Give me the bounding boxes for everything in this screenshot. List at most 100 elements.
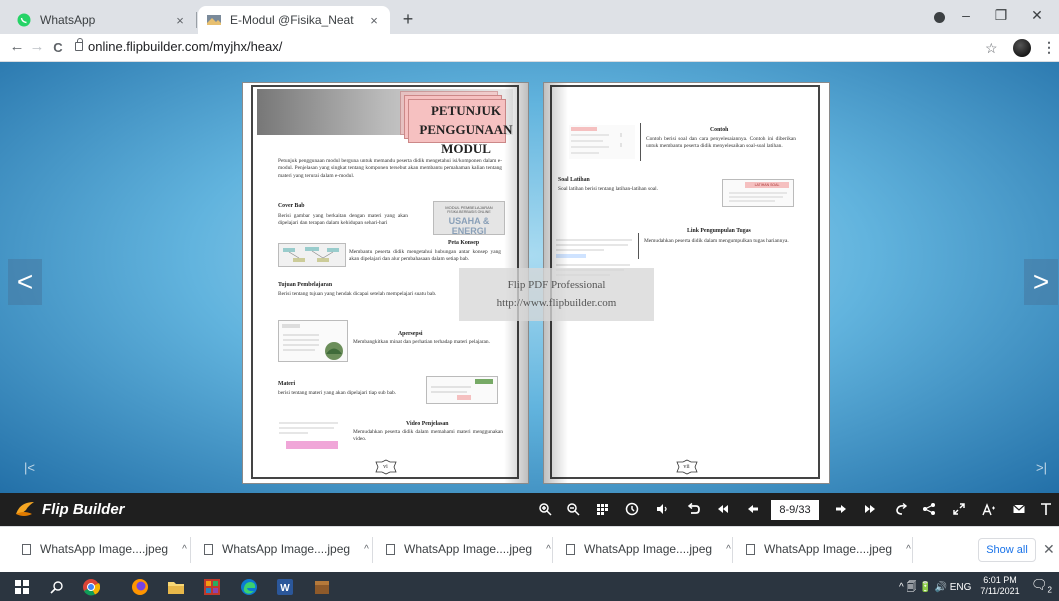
tab-whatsapp[interactable]: WhatsApp × — [8, 6, 196, 34]
file-icon — [566, 543, 575, 555]
share-icon[interactable] — [921, 502, 937, 518]
prev-page-arrow[interactable]: < — [8, 259, 42, 305]
sound-icon[interactable] — [654, 502, 670, 518]
undo-icon[interactable] — [686, 502, 702, 518]
reload-button[interactable]: C — [49, 40, 67, 55]
file-explorer-icon[interactable] — [166, 577, 185, 596]
page-number-input[interactable]: 8-9/33 — [771, 500, 819, 520]
chevron-up-icon[interactable]: ^ — [364, 544, 369, 555]
search-icon[interactable] — [47, 577, 66, 596]
intro-text: Petunjuk penggunaan modul berguna untuk … — [278, 158, 502, 179]
next-page-icon[interactable] — [833, 502, 849, 518]
first-page-edge-button[interactable]: |< — [24, 460, 35, 475]
last-page-icon[interactable] — [862, 502, 878, 518]
email-icon[interactable] — [1011, 502, 1027, 518]
section-heading: Soal Latihan — [558, 177, 590, 183]
first-page-icon[interactable] — [715, 502, 731, 518]
zoom-in-icon[interactable] — [537, 502, 553, 518]
chrome-icon[interactable] — [81, 577, 100, 596]
text-size-icon[interactable] — [981, 502, 997, 518]
new-tab-button[interactable]: + — [398, 9, 418, 30]
section-heading: Video Penjelasan — [406, 421, 449, 427]
windows-start-icon[interactable] — [12, 577, 31, 596]
divider — [638, 233, 639, 259]
chevron-up-icon[interactable]: ^ — [182, 544, 187, 555]
latihan-thumbnail: LATIHAN SOAL — [722, 179, 794, 207]
flipbuilder-watermark: Flip PDF Professional http://www.flipbui… — [459, 268, 654, 321]
profile-indicator-icon[interactable] — [934, 12, 945, 23]
download-label: WhatsApp Image....jpeg — [222, 542, 351, 556]
divider — [552, 537, 553, 563]
profile-avatar[interactable] — [1013, 39, 1031, 57]
tab-label: WhatsApp — [40, 13, 96, 27]
prev-page-icon[interactable] — [745, 502, 761, 518]
fullscreen-icon[interactable] — [951, 502, 967, 518]
lock-icon[interactable] — [75, 38, 83, 51]
browser-menu-button[interactable]: ⋮ — [1042, 39, 1056, 56]
tab-separator — [196, 12, 197, 28]
bookmark-star-icon[interactable]: ☆ — [985, 40, 998, 57]
text-tool-icon[interactable] — [1038, 502, 1054, 518]
section-heading: Materi — [278, 381, 296, 387]
flipbuilder-toolbar: Flip Builder 8-9/33 — [0, 493, 1059, 526]
show-all-downloads-button[interactable]: Show all — [978, 538, 1036, 562]
divider — [640, 123, 641, 161]
section-text: Membantu peserta didik mengetahui hubung… — [349, 249, 501, 263]
last-page-edge-button[interactable]: >| — [1036, 460, 1047, 475]
close-tab-icon[interactable]: × — [172, 13, 188, 28]
chevron-up-icon[interactable]: ^ — [546, 544, 551, 555]
section-heading: Tujuan Pembelajaran — [278, 282, 333, 288]
notification-center-icon[interactable]: 🗨2 — [1031, 577, 1052, 595]
section-heading: Link Pengumpulan Tugas — [687, 228, 751, 234]
section-text: Memudahkan peserta didik dalam mengumpul… — [644, 238, 789, 244]
next-page-arrow[interactable]: > — [1024, 259, 1058, 305]
file-icon — [746, 543, 755, 555]
section-heading: Contoh — [710, 127, 729, 133]
download-label: WhatsApp Image....jpeg — [40, 542, 169, 556]
chevron-up-icon[interactable]: ^ — [726, 544, 731, 555]
download-label: WhatsApp Image....jpeg — [404, 542, 533, 556]
download-label: WhatsApp Image....jpeg — [764, 542, 893, 556]
close-download-shelf-icon[interactable]: ✕ — [1043, 541, 1055, 558]
download-item[interactable]: WhatsApp Image....jpeg ^ — [566, 542, 731, 556]
maximize-button[interactable]: ❐ — [988, 7, 1014, 24]
chevron-up-icon[interactable]: ^ — [906, 544, 911, 555]
archive-app-icon[interactable] — [312, 577, 331, 596]
download-item[interactable]: WhatsApp Image....jpeg ^ — [746, 542, 911, 556]
thumbnails-icon[interactable] — [594, 502, 610, 518]
contoh-thumbnail — [569, 125, 635, 159]
share-back-icon[interactable] — [893, 502, 909, 518]
flipbook-viewer: < > |< >| PETUNJUK PENGGUNAAN MODUL Petu… — [0, 62, 1059, 493]
file-icon — [22, 543, 31, 555]
concept-map-thumbnail — [278, 243, 346, 267]
taskbar-clock[interactable]: 6:01 PM 7/11/2021 — [980, 575, 1020, 597]
zoom-out-icon[interactable] — [565, 502, 581, 518]
close-tab-icon[interactable]: × — [366, 13, 382, 28]
autoplay-icon[interactable] — [624, 502, 640, 518]
edge-icon[interactable] — [239, 577, 258, 596]
system-tray[interactable]: ^ 🗐 🔋 🔊 ENG — [899, 580, 971, 597]
browser-toolbar: ← → C online.flipbuilder.com/myjhx/heax/… — [0, 34, 1059, 62]
close-window-button[interactable]: ✕ — [1024, 7, 1050, 24]
cover-thumbnail: MODUL PEMBELAJARAN FISIKA BERBASIS ONLIN… — [433, 201, 505, 236]
section-text: Membangkitkan minat dan perhatian terhad… — [353, 339, 490, 345]
download-item[interactable]: WhatsApp Image....jpeg ^ — [204, 542, 369, 556]
minimize-button[interactable]: – — [953, 7, 979, 23]
tab-emodul[interactable]: E-Modul @Fisika_Neat × — [198, 6, 390, 34]
divider — [732, 537, 733, 563]
word-icon[interactable]: W — [275, 577, 294, 596]
svg-text:W: W — [280, 583, 290, 594]
apersepsi-thumbnail — [278, 320, 348, 362]
divider — [372, 537, 373, 563]
back-button[interactable]: ← — [8, 38, 26, 55]
download-item[interactable]: WhatsApp Image....jpeg ^ — [386, 542, 551, 556]
forward-button[interactable]: → — [28, 38, 46, 55]
file-icon — [386, 543, 395, 555]
section-text: Contoh berisi soal dan cara penyelesaian… — [646, 136, 796, 150]
divider — [190, 537, 191, 563]
book-favicon-icon — [206, 12, 222, 28]
url-bar[interactable]: online.flipbuilder.com/myjhx/heax/ — [88, 39, 282, 54]
firefox-icon[interactable] — [130, 577, 149, 596]
app-grid-icon[interactable] — [202, 577, 221, 596]
download-item[interactable]: WhatsApp Image....jpeg ^ — [22, 542, 187, 556]
